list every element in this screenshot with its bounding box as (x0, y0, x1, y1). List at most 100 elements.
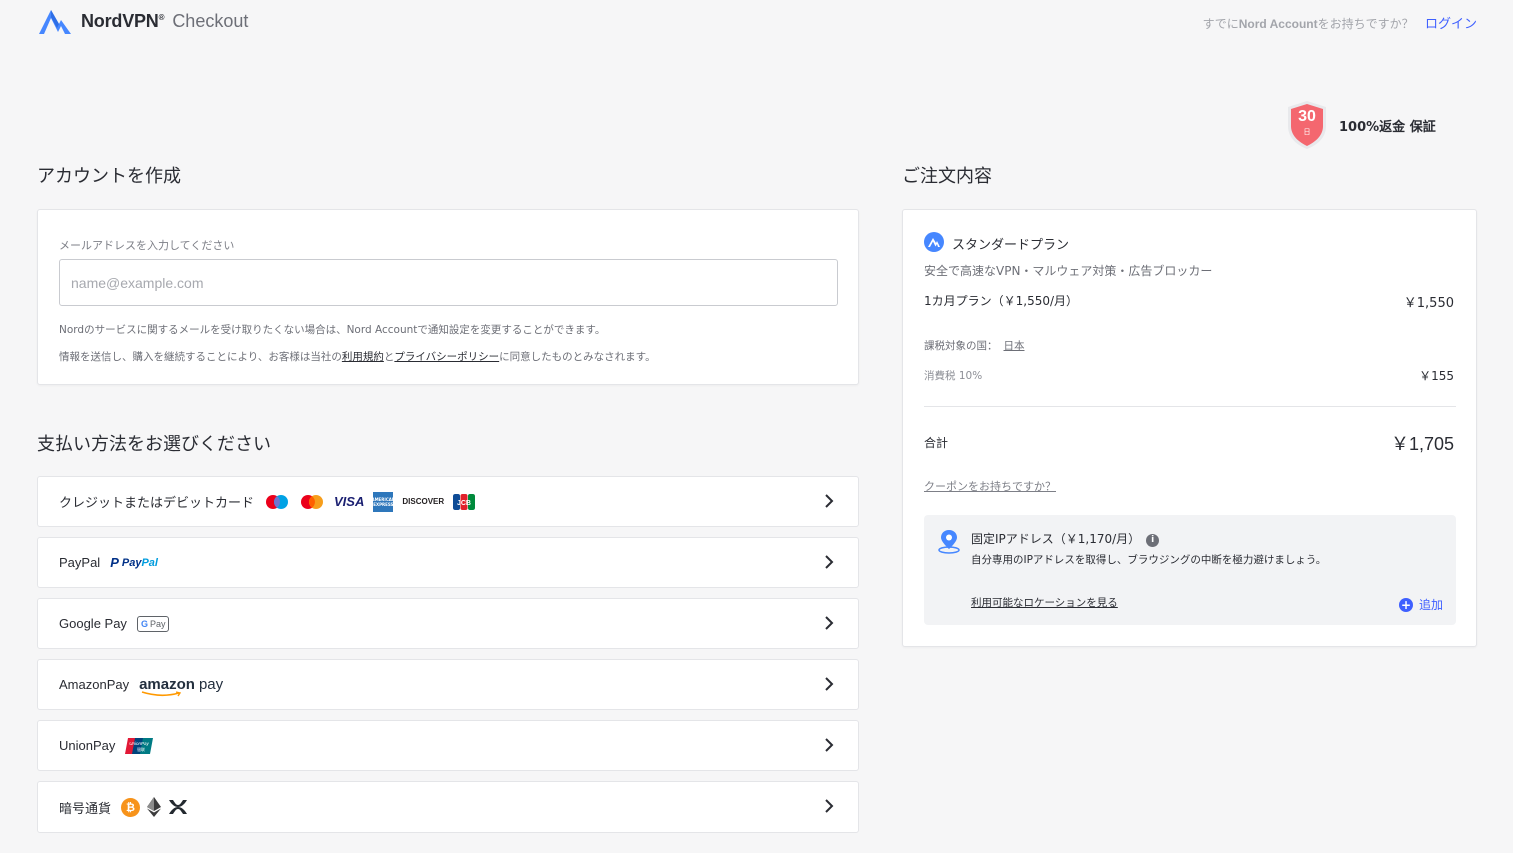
account-section-title: アカウントを作成 (37, 166, 181, 187)
nordvpn-plan-icon (924, 232, 944, 252)
plan-description: 安全で高速なVPN・マルウェア対策・広告ブロッカー (924, 264, 1213, 278)
email-notification-note: Nordのサービスに関するメールを受け取りたくない場合は、Nord Accoun… (59, 324, 606, 336)
google-pay-logo: G Pay (136, 615, 170, 632)
mastercard-logo (299, 494, 325, 510)
total-value: ￥1,705 (1390, 434, 1454, 454)
plan-name: スタンダードプラン (952, 238, 1070, 253)
payment-method-amazon-pay[interactable]: AmazonPay amazon pay (37, 659, 859, 710)
payment-method-name: Google Pay (59, 616, 127, 631)
terms-note-and: と (383, 351, 395, 363)
payment-method-name: AmazonPay (59, 677, 130, 692)
registered-mark: ® (158, 12, 165, 22)
email-input[interactable] (59, 259, 838, 306)
email-label: メールアドレスを入力してください (59, 239, 235, 252)
chevron-right-icon (825, 677, 834, 691)
nordvpn-logo[interactable]: NordVPN® Checkout (37, 6, 248, 36)
amazon-pay-logo-pay: pay (198, 676, 224, 693)
coupon-link[interactable]: クーポンをお持ちですか？ (924, 478, 1056, 494)
crypto-logos: ₿ (121, 797, 197, 817)
visa-logo: VISA (334, 494, 365, 509)
chevron-right-icon (825, 799, 834, 813)
terms-note-suffix: に同意したものとみなされます。 (499, 351, 656, 363)
payment-section-title: 支払い方法をお選びください (37, 434, 271, 455)
bitcoin-logo: ₿ (121, 797, 141, 817)
unionpay-logo-cn: 银联 (137, 746, 145, 752)
nordvpn-mountain-icon (39, 10, 71, 34)
payment-method-crypto[interactable]: 暗号通貨 ₿ (37, 781, 859, 833)
login-prompt-suffix: をお持ちですか？ (1317, 17, 1414, 31)
login-prompt-prefix: すでに (1202, 17, 1239, 31)
payment-method-card[interactable]: クレジットまたはデビットカード VISA AMERICAN EXPRESS DI… (37, 476, 859, 527)
tax-country-link[interactable]: 日本 (1004, 340, 1025, 352)
email-card: メールアドレスを入力してください Nordのサービスに関するメールを受け取りたく… (37, 209, 859, 385)
login-prompt: すでにNord Accountをお持ちですか？ ログイン (1203, 13, 1477, 32)
order-summary-card: スタンダードプラン 安全で高速なVPN・マルウェア対策・広告ブロッカー 1カ月プ… (902, 209, 1477, 647)
header: NordVPN® Checkout すでにNord Accountをお持ちですか… (0, 0, 1513, 44)
dedicated-ip-title-text: 固定IPアドレス（￥1,170/月） (971, 532, 1141, 546)
terms-link[interactable]: 利用規約 (342, 351, 384, 363)
dedicated-ip-title: 固定IPアドレス（￥1,170/月） i (971, 530, 1160, 547)
total-label: 合計 (924, 436, 949, 450)
tax-label: 消費税 10% (924, 370, 983, 382)
tax-country-label: 課税対象の国： (924, 340, 998, 352)
tax-value: ￥155 (1419, 369, 1454, 383)
summary-divider (924, 406, 1456, 407)
guarantee-shield-icon: 30 日 (1286, 100, 1328, 150)
chevron-right-icon (825, 738, 834, 752)
amazon-pay-logo: amazon pay (139, 676, 224, 697)
money-back-guarantee: 30 日 100%返金 保証 (1286, 100, 1436, 150)
brand-name: NordVPN® (81, 10, 165, 31)
paypal-logo-mark: P (110, 555, 119, 570)
paypal-logo: P Pay Pal (110, 555, 158, 570)
order-section-title: ご注文内容 (902, 166, 992, 187)
paypal-logos: P Pay Pal (110, 555, 167, 570)
terms-note-prefix: 情報を送信し、購入を継続することにより、お客様は当社の (59, 351, 342, 363)
jcb-logo-text: JCB (457, 500, 471, 507)
info-icon[interactable]: i (1146, 534, 1160, 547)
dedicated-ip-addon: 固定IPアドレス（￥1,170/月） i 自分専用のIPアドレスを取得し、ブラウジ… (924, 515, 1456, 625)
add-dedicated-ip-button[interactable]: + 追加 (1398, 596, 1443, 613)
google-pay-logos: G Pay (136, 615, 179, 632)
paypal-logo-pal: Pal (141, 556, 158, 569)
add-label: 追加 (1418, 598, 1443, 612)
ethereum-logo (147, 797, 162, 817)
plan-price: ￥1,550 (1403, 296, 1454, 311)
amex-logo-text: AMERICAN EXPRESS (371, 496, 396, 507)
amex-logo: AMERICAN EXPRESS (371, 491, 396, 512)
guarantee-label: 100%返金 保証 (1339, 119, 1436, 135)
payment-method-unionpay[interactable]: UnionPay UnionPay 银联 (37, 720, 859, 771)
ripple-logo (168, 799, 188, 815)
google-pay-logo-g: G (140, 618, 148, 629)
unionpay-logos: UnionPay 银联 (125, 737, 162, 755)
dedicated-ip-description: 自分専用のIPアドレスを取得し、ブラウジングの中断を極力避けましょう。 (971, 554, 1327, 566)
payment-method-name: UnionPay (59, 738, 116, 753)
bitcoin-logo-symbol: ₿ (126, 800, 135, 814)
amazon-pay-logos: amazon pay (139, 676, 232, 697)
payment-method-google-pay[interactable]: Google Pay G Pay (37, 598, 859, 649)
jcb-logo: JCB (453, 493, 476, 510)
tax-country-row: 課税対象の国： 日本 (924, 338, 1025, 353)
terms-note: 情報を送信し、購入を継続することにより、お客様は当社の利用規約とプライバシーポリ… (59, 349, 656, 364)
google-pay-logo-pay: Pay (149, 618, 166, 629)
payment-method-name: PayPal (59, 555, 101, 570)
login-link[interactable]: ログイン (1425, 16, 1477, 31)
payment-method-paypal[interactable]: PayPal P Pay Pal (37, 537, 859, 588)
available-locations-link[interactable]: 利用可能なロケーションを見る (971, 595, 1118, 610)
chevron-right-icon (825, 616, 834, 630)
guarantee-day-unit: 日 (1303, 128, 1311, 136)
payment-method-name: 暗号通貨 (59, 800, 112, 816)
unionpay-logo-text: UnionPay (130, 741, 150, 746)
maestro-logo (264, 494, 290, 510)
unionpay-logo: UnionPay 银联 (125, 737, 154, 755)
plus-circle-icon: + (1398, 597, 1413, 612)
plan-billing-line: 1カ月プラン（￥1,550/月） (924, 294, 1079, 308)
card-logos: VISA AMERICAN EXPRESS DISCOVER JCB (264, 491, 484, 512)
chevron-right-icon (825, 555, 834, 569)
privacy-policy-link[interactable]: プライバシーポリシー (394, 351, 499, 363)
payment-method-name: クレジットまたはデビットカード (59, 495, 255, 510)
amazon-smile-icon (141, 691, 182, 697)
chevron-right-icon (825, 494, 834, 508)
guarantee-days: 30 (1298, 108, 1316, 125)
paypal-logo-pay: Pay (121, 556, 142, 569)
discover-logo: DISCOVER (402, 497, 445, 506)
